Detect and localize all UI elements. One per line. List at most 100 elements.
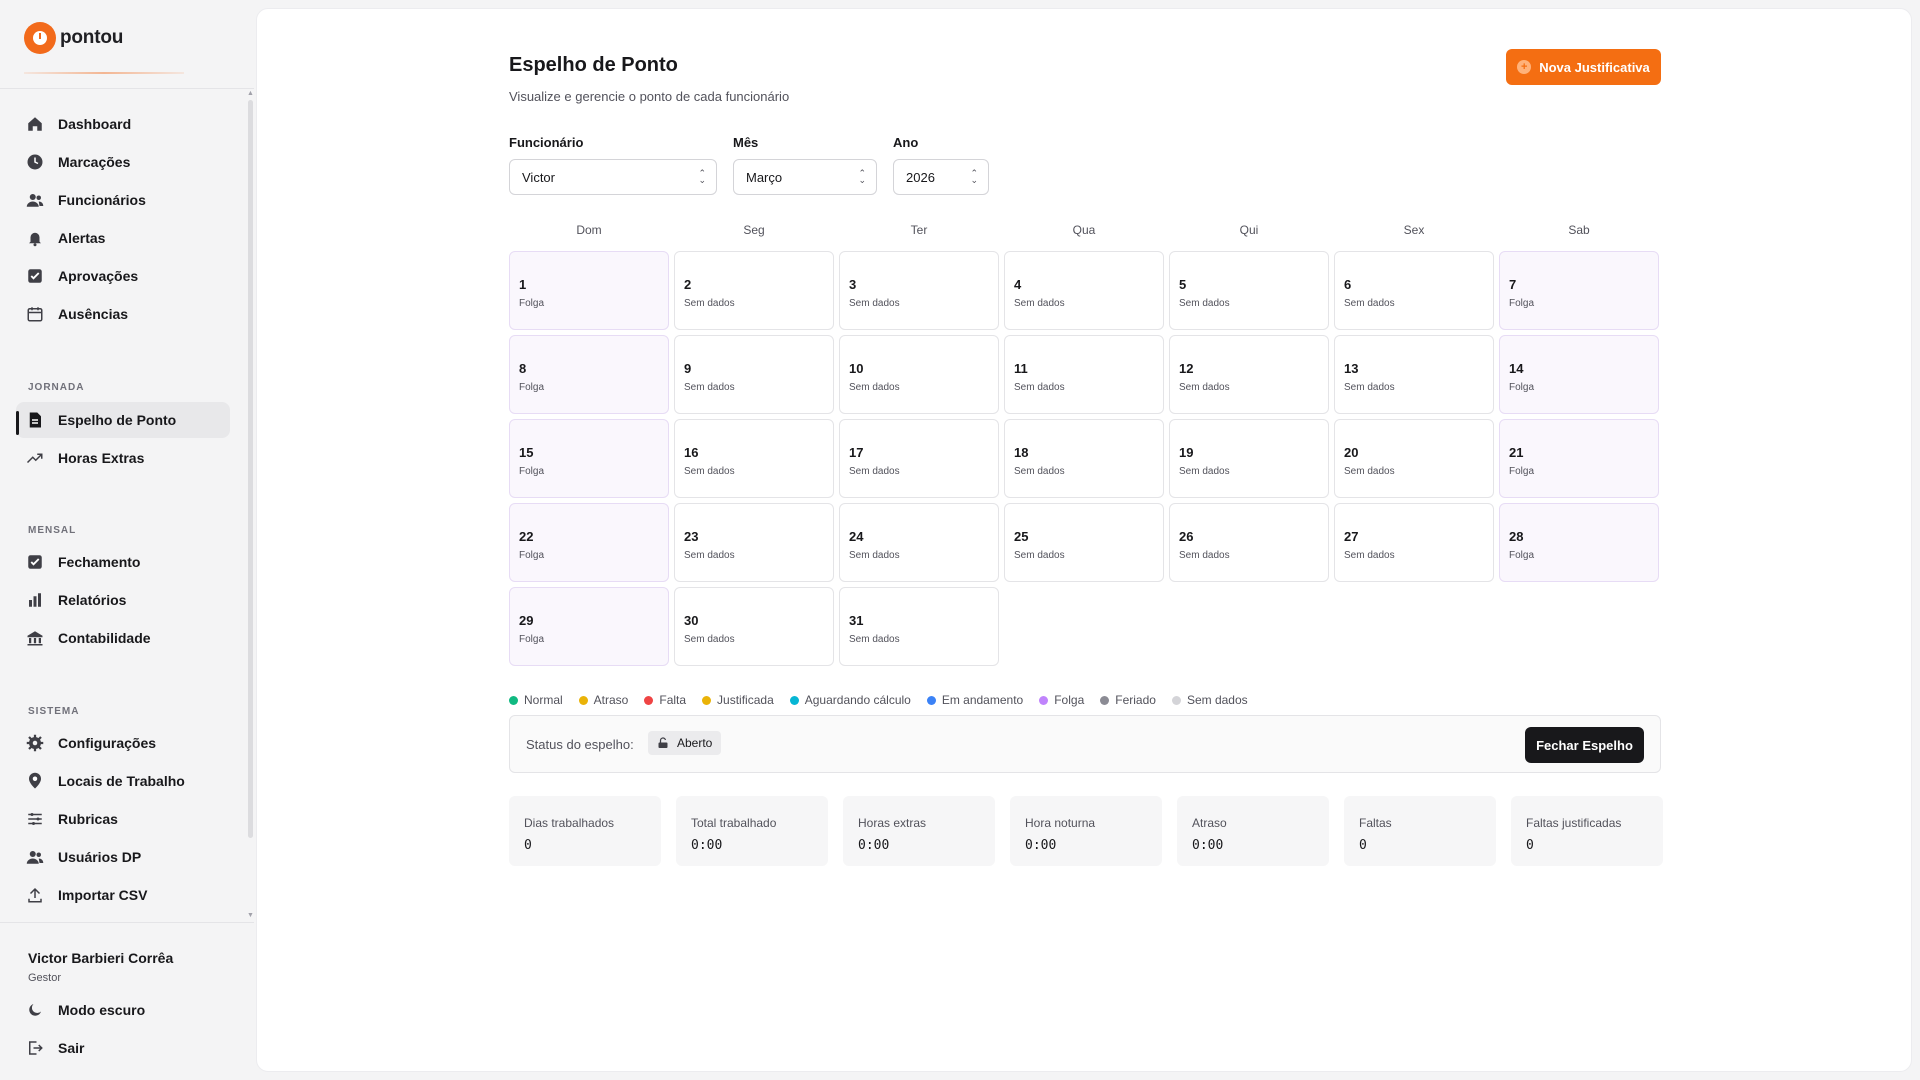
calendar-day[interactable]: 3 Sem dados (839, 251, 999, 330)
legend-item: Feriado (1100, 693, 1156, 707)
calendar-day[interactable]: 23 Sem dados (674, 503, 834, 582)
calendar-day[interactable]: 11 Sem dados (1004, 335, 1164, 414)
calendar-day[interactable]: 13 Sem dados (1334, 335, 1494, 414)
day-number: 25 (1014, 529, 1029, 544)
status-legend: Normal Atraso Falta Justificada Aguardando c… (509, 693, 1248, 707)
sidebar-item-label: Sair (58, 1040, 85, 1056)
sidebar-item-fechamento[interactable]: Fechamento (16, 544, 230, 580)
stat-value: 0:00 (858, 838, 890, 853)
sidebar-item-label: Contabilidade (58, 630, 151, 646)
plus-icon: + (1517, 60, 1532, 74)
calendar-day[interactable]: 1 Folga (509, 251, 669, 330)
sidebar-item-configuracoes[interactable]: Configurações (16, 725, 230, 761)
day-status: Sem dados (1344, 382, 1395, 393)
sidebar-item-dashboard[interactable]: Dashboard (16, 106, 230, 142)
sidebar-item-marcacoes[interactable]: Marcações (16, 144, 230, 180)
day-status: Folga (519, 466, 545, 477)
sidebar-item-aprovacoes[interactable]: Aprovações (16, 258, 230, 294)
section-label-sistema: SISTEMA (28, 706, 80, 717)
sidebar-item-sair[interactable]: Sair (16, 1030, 230, 1066)
page-subtitle: Visualize e gerencie o ponto de cada fun… (509, 89, 790, 104)
new-justification-button[interactable]: + Nova Justificativa (1506, 49, 1661, 85)
sidebar-item-funcionarios[interactable]: Funcionários (16, 182, 230, 218)
legend-item: Folga (1039, 693, 1084, 707)
legend-dot-icon (926, 695, 936, 705)
month-select[interactable]: Março ⌃ ⌄ (733, 159, 877, 195)
stat-label: Hora noturna (1025, 816, 1096, 830)
sidebar-item-label: Espelho de Ponto (58, 412, 177, 428)
year-select[interactable]: 2026 ⌃ ⌄ (893, 159, 989, 195)
sidebar-item-modo-escuro[interactable]: Modo escuro (16, 992, 230, 1028)
calendar-day[interactable]: 25 Sem dados (1004, 503, 1164, 582)
sidebar-item-contabilidade[interactable]: Contabilidade (16, 620, 230, 656)
calendar-day[interactable]: 16 Sem dados (674, 419, 834, 498)
employee-select[interactable]: Victor ⌃ ⌄ (509, 159, 717, 195)
calendar-day[interactable]: 14 Folga (1499, 335, 1659, 414)
stat-value: 0 (1526, 838, 1534, 853)
sliders-icon (26, 810, 44, 828)
bell-icon (26, 229, 44, 247)
gear-icon (26, 734, 44, 752)
day-status: Folga (1509, 550, 1535, 561)
calendar-day[interactable]: 22 Folga (509, 503, 669, 582)
day-number: 22 (519, 529, 534, 544)
sidebar-item-rubricas[interactable]: Rubricas (16, 801, 230, 837)
day-number: 13 (1344, 361, 1359, 376)
logo[interactable]: pontou (24, 22, 123, 54)
stat-card-atraso: Atraso 0:00 (1177, 796, 1329, 866)
calendar-day[interactable]: 17 Sem dados (839, 419, 999, 498)
day-status: Folga (519, 550, 545, 561)
calendar-day[interactable]: 21 Folga (1499, 419, 1659, 498)
sidebar-item-usuarios-dp[interactable]: Usuários DP (16, 839, 230, 875)
day-number: 26 (1179, 529, 1194, 544)
legend-item: Falta (644, 693, 686, 707)
calendar-day[interactable]: 30 Sem dados (674, 587, 834, 666)
day-number: 19 (1179, 445, 1194, 460)
calendar-day[interactable]: 9 Sem dados (674, 335, 834, 414)
user-name: Victor Barbieri Corrêa (28, 950, 174, 966)
sidebar-item-importar-csv[interactable]: Importar CSV (16, 877, 230, 913)
sidebar-scrollbar[interactable] (248, 100, 253, 838)
sidebar-item-ausencias[interactable]: Ausências (16, 296, 230, 332)
section-label-jornada: JORNADA (28, 382, 85, 393)
sidebar-item-espelho-de-ponto[interactable]: Espelho de Ponto (16, 402, 230, 438)
calendar-day[interactable]: 7 Folga (1499, 251, 1659, 330)
day-number: 12 (1179, 361, 1194, 376)
day-number: 18 (1014, 445, 1029, 460)
scroll-up-icon[interactable]: ▲ (247, 90, 254, 97)
calendar-day[interactable]: 8 Folga (509, 335, 669, 414)
sidebar-item-alertas[interactable]: Alertas (16, 220, 230, 256)
new-justification-label: Nova Justificativa (1539, 59, 1650, 75)
stat-value: 0:00 (691, 838, 723, 853)
main-content: Espelho de Ponto Visualize e gerencie o … (256, 8, 1912, 1072)
sidebar-item-label: Horas Extras (58, 450, 145, 466)
calendar-day[interactable]: 28 Folga (1499, 503, 1659, 582)
sidebar-item-horas-extras[interactable]: Horas Extras (16, 440, 230, 476)
calendar-day[interactable]: 10 Sem dados (839, 335, 999, 414)
day-number: 6 (1344, 277, 1352, 292)
calendar-day[interactable]: 6 Sem dados (1334, 251, 1494, 330)
calendar-day[interactable]: 20 Sem dados (1334, 419, 1494, 498)
calendar-day[interactable]: 19 Sem dados (1169, 419, 1329, 498)
calendar-day[interactable]: 5 Sem dados (1169, 251, 1329, 330)
calendar-day[interactable]: 29 Folga (509, 587, 669, 666)
calendar-day[interactable]: 26 Sem dados (1169, 503, 1329, 582)
sidebar-item-locais-de-trabalho[interactable]: Locais de Trabalho (16, 763, 230, 799)
calendar-day[interactable]: 31 Sem dados (839, 587, 999, 666)
calendar-day[interactable]: 24 Sem dados (839, 503, 999, 582)
chevron-up-down-icon: ⌃ ⌄ (698, 168, 706, 185)
active-indicator (16, 411, 19, 435)
scroll-down-icon[interactable]: ▼ (247, 912, 254, 919)
sidebar-item-label: Ausências (58, 306, 129, 322)
sistema-nav: Configurações Locais de Trabalho Rubricas U… (16, 725, 230, 915)
close-timesheet-button[interactable]: Fechar Espelho (1525, 727, 1644, 763)
sidebar-item-relatorios[interactable]: Relatórios (16, 582, 230, 618)
calendar-day[interactable]: 27 Sem dados (1334, 503, 1494, 582)
calendar-day[interactable]: 12 Sem dados (1169, 335, 1329, 414)
calendar-day[interactable]: 15 Folga (509, 419, 669, 498)
legend-label: Falta (659, 693, 687, 707)
calendar-day[interactable]: 4 Sem dados (1004, 251, 1164, 330)
calendar-day[interactable]: 2 Sem dados (674, 251, 834, 330)
calendar-day[interactable]: 18 Sem dados (1004, 419, 1164, 498)
day-status: Sem dados (1179, 550, 1230, 561)
